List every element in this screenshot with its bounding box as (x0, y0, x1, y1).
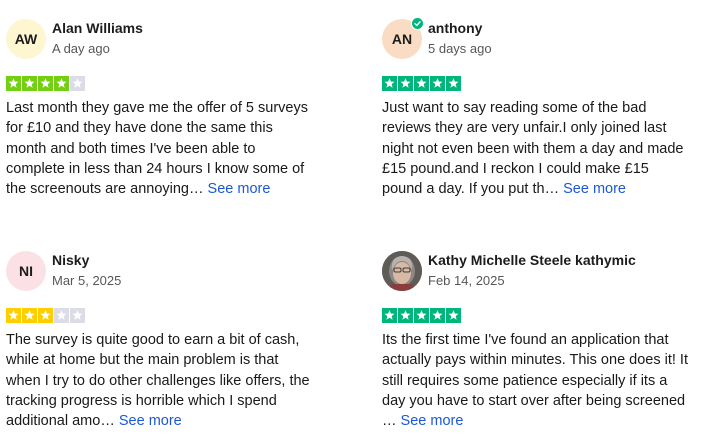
avatar-initials: AW (14, 31, 38, 47)
see-more-link[interactable]: See more (119, 413, 182, 429)
star-rating (382, 76, 461, 91)
star-icon (446, 308, 461, 323)
see-more-link[interactable]: See more (563, 181, 626, 197)
reviews-grid: AW Alan Williams A day ago Last month th… (0, 0, 711, 445)
star-icon (398, 308, 413, 323)
review-date: 5 days ago (428, 41, 492, 56)
review-card: Kathy Michelle Steele kathymic Feb 14, 2… (382, 251, 711, 429)
review-header: AW Alan Williams A day ago (6, 19, 336, 67)
review-date: Mar 5, 2025 (52, 273, 122, 288)
star-rating (382, 308, 461, 323)
avatar-initials: AN (391, 31, 413, 47)
star-icon (382, 76, 397, 91)
star-icon (70, 308, 85, 323)
star-rating (6, 308, 85, 323)
star-icon (38, 308, 53, 323)
review-card: NI Nisky Mar 5, 2025 The survey is quite… (6, 251, 336, 429)
star-icon (414, 308, 429, 323)
review-date: Feb 14, 2025 (428, 273, 505, 288)
reviewer-name[interactable]: Alan Williams (52, 20, 143, 36)
star-icon (22, 76, 37, 91)
star-icon (54, 76, 69, 91)
review-header: AN anthony 5 days ago (382, 17, 711, 67)
avatar[interactable]: AN (382, 17, 424, 59)
see-more-link[interactable]: See more (401, 413, 464, 429)
verified-check-icon (411, 17, 424, 30)
review-text: Last month they gave me the offer of 5 s… (6, 98, 316, 199)
review-body: Just want to say reading some of the bad… (382, 100, 684, 198)
review-header: NI Nisky Mar 5, 2025 (6, 251, 336, 299)
star-icon (54, 308, 69, 323)
star-icon (70, 76, 85, 91)
star-icon (6, 76, 21, 91)
see-more-link[interactable]: See more (208, 181, 271, 197)
star-icon (446, 76, 461, 91)
review-text: Its the first time I've found an applica… (382, 330, 692, 431)
star-icon (22, 308, 37, 323)
star-rating (6, 76, 85, 91)
star-icon (430, 76, 445, 91)
avatar[interactable]: AW (6, 19, 46, 59)
review-date: A day ago (52, 41, 110, 56)
star-icon (38, 76, 53, 91)
reviewer-name[interactable]: Kathy Michelle Steele kathymic (428, 252, 636, 268)
review-text: Just want to say reading some of the bad… (382, 98, 692, 199)
star-icon (6, 308, 21, 323)
star-icon (398, 76, 413, 91)
review-text: The survey is quite good to earn a bit o… (6, 330, 316, 431)
review-card: AN anthony 5 days ago Just want to say r… (382, 17, 711, 197)
star-icon (414, 76, 429, 91)
star-icon (430, 308, 445, 323)
user-photo-icon (382, 251, 422, 291)
reviewer-name[interactable]: anthony (428, 20, 482, 36)
star-icon (382, 308, 397, 323)
reviewer-name[interactable]: Nisky (52, 252, 89, 268)
review-card: AW Alan Williams A day ago Last month th… (6, 19, 336, 197)
avatar[interactable] (382, 251, 422, 291)
avatar[interactable]: NI (6, 251, 46, 291)
avatar-initials: NI (19, 263, 33, 279)
review-header: Kathy Michelle Steele kathymic Feb 14, 2… (382, 251, 711, 299)
